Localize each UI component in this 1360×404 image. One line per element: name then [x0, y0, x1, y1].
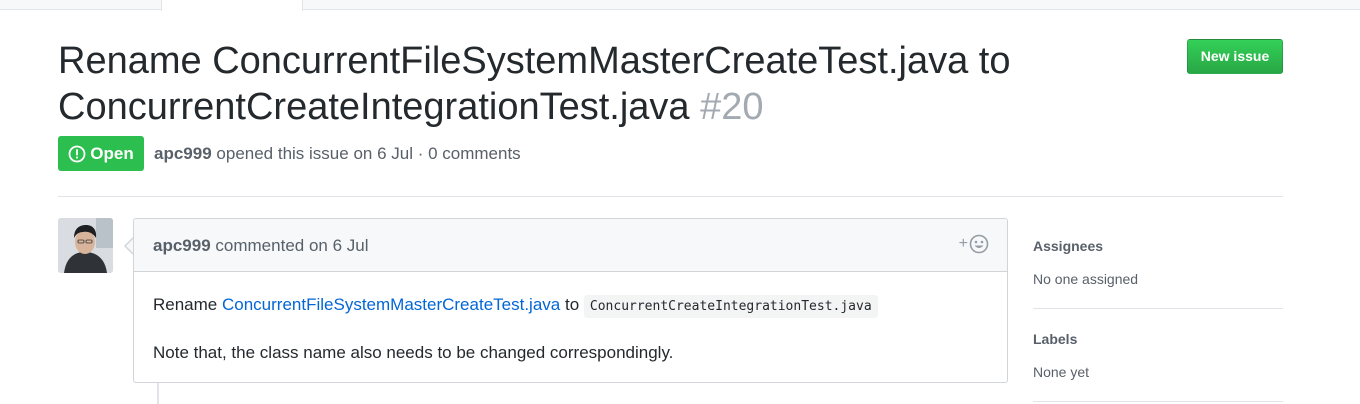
sidebar: Assignees No one assigned Labels None ye… [1033, 218, 1283, 402]
assignees-title[interactable]: Assignees [1033, 238, 1103, 254]
body-code: ConcurrentCreateIntegrationTest.java [583, 295, 878, 318]
tab-strip [0, 0, 1360, 11]
add-reaction-button[interactable]: + [959, 234, 989, 254]
avatar[interactable] [58, 218, 113, 273]
labels-value: None yet [1033, 364, 1090, 380]
smiley-icon [969, 234, 989, 254]
sidebar-labels: Labels None yet [1033, 309, 1283, 402]
body-file-link[interactable]: ConcurrentFileSystemMasterCreateTest.jav… [222, 295, 560, 314]
issue-meta: apc999 opened this issue on 6 Jul · 0 co… [154, 144, 521, 164]
new-issue-button[interactable]: New issue [1187, 39, 1283, 74]
tab-active[interactable] [161, 0, 303, 11]
comment-date-text[interactable]: commented on 6 Jul [215, 236, 368, 255]
comment-meta: apc999 commented on 6 Jul [153, 236, 369, 256]
issue-title: Rename ConcurrentFileSystemMasterCreateT… [58, 38, 1138, 130]
state-badge: Open [58, 136, 144, 171]
comment-paragraph-2: Note that, the class name also needs to … [153, 343, 674, 362]
comment-box: apc999 commented on 6 Jul + Rename Concu… [133, 218, 1008, 383]
issue-author-link[interactable]: apc999 [154, 144, 212, 163]
avatar-image [58, 218, 113, 273]
timeline-line [157, 383, 159, 404]
body-to: to [564, 295, 580, 314]
issue-opened-text: opened this issue on 6 Jul · 0 comments [216, 144, 521, 163]
body-prefix: Rename [153, 295, 218, 314]
comment-body: Rename ConcurrentFileSystemMasterCreateT… [153, 293, 993, 365]
reaction-plus: + [958, 235, 968, 252]
comment-paragraph-1: Rename ConcurrentFileSystemMasterCreateT… [153, 293, 993, 319]
comment-author-link[interactable]: apc999 [153, 236, 211, 255]
sidebar-assignees: Assignees No one assigned [1033, 218, 1283, 309]
header-divider [58, 196, 1283, 197]
issue-title-text: Rename ConcurrentFileSystemMasterCreateT… [58, 40, 1011, 128]
state-label: Open [90, 143, 134, 163]
labels-title[interactable]: Labels [1033, 331, 1077, 347]
issue-opened-icon [68, 145, 86, 162]
issue-number: #20 [700, 86, 764, 128]
comment-header: apc999 commented on 6 Jul + [134, 219, 1007, 272]
assignees-value: No one assigned [1033, 271, 1139, 287]
